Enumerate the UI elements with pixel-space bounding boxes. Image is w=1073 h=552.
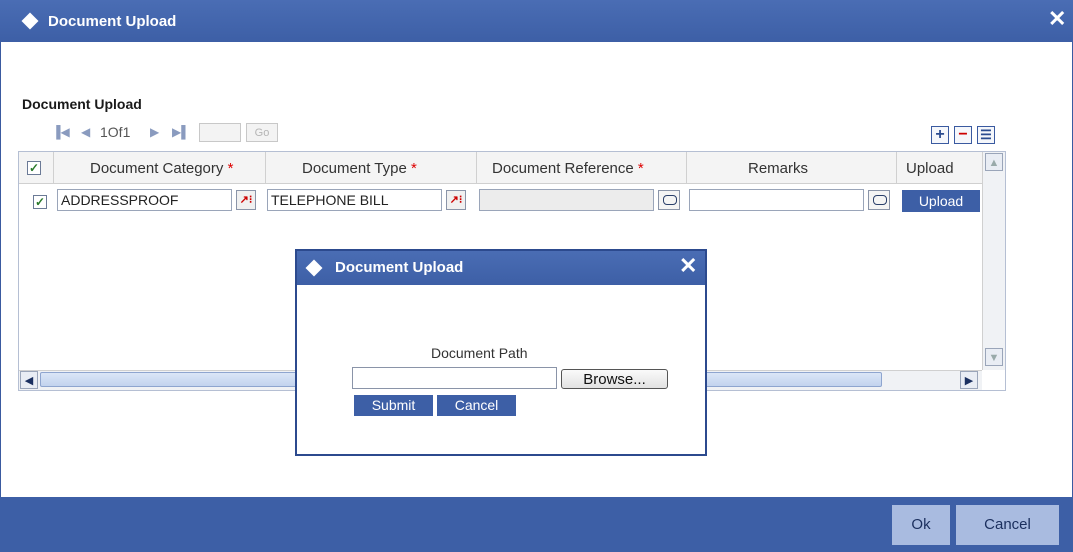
type-lov-icon[interactable]: ↗⁝	[446, 190, 466, 210]
category-lov-icon[interactable]: ↗⁝	[236, 190, 256, 210]
close-icon[interactable]: ✕	[1048, 8, 1066, 30]
column-divider	[476, 152, 477, 184]
column-divider	[53, 152, 54, 184]
header-upload: Upload	[906, 160, 954, 177]
browse-button[interactable]: Browse...	[561, 369, 668, 389]
scroll-right-icon[interactable]: ▶	[960, 371, 978, 389]
ok-button[interactable]: Ok	[892, 505, 950, 545]
add-row-button[interactable]: +	[931, 126, 949, 144]
window-title: Document Upload	[48, 13, 177, 30]
select-all-checkbox[interactable]: ✓	[27, 161, 41, 175]
document-path-input[interactable]	[352, 367, 557, 389]
header-document-reference: Document Reference *	[492, 160, 644, 177]
dialog-cancel-button[interactable]: Cancel	[437, 395, 516, 416]
header-remarks: Remarks	[748, 160, 809, 177]
document-reference-field	[479, 189, 654, 211]
header-document-type: Document Type *	[302, 160, 417, 177]
section-title: Document Upload	[22, 96, 142, 112]
submit-button[interactable]: Submit	[354, 395, 433, 416]
last-page-icon[interactable]: ▶▌	[172, 125, 190, 139]
next-page-icon[interactable]: ▶	[150, 125, 159, 139]
scroll-down-icon[interactable]: ▼	[985, 348, 1003, 366]
document-path-label: Document Path	[431, 345, 528, 361]
column-divider	[686, 152, 687, 184]
document-category-field[interactable]: ADDRESSPROOF	[57, 189, 232, 211]
vertical-scrollbar[interactable]	[982, 152, 1005, 370]
cancel-button[interactable]: Cancel	[956, 505, 1059, 545]
row-checkbox[interactable]: ✓	[33, 195, 47, 209]
dialog-title: Document Upload	[335, 259, 464, 276]
first-page-icon[interactable]: ▐◀	[52, 125, 70, 139]
delete-row-button[interactable]: −	[954, 126, 972, 144]
remarks-comment-icon[interactable]	[868, 190, 890, 210]
dialog-close-icon[interactable]: ✕	[679, 254, 697, 278]
column-divider	[896, 152, 897, 184]
header-document-category: Document Category *	[90, 160, 234, 177]
column-divider	[265, 152, 266, 184]
reference-comment-icon[interactable]	[658, 190, 680, 210]
document-type-field[interactable]: TELEPHONE BILL	[267, 189, 442, 211]
upload-button[interactable]: Upload	[902, 190, 980, 212]
go-button[interactable]: Go	[246, 123, 278, 142]
single-view-button[interactable]: ☰	[977, 126, 995, 144]
prev-page-icon[interactable]: ◀	[81, 125, 90, 139]
page-number-input[interactable]	[199, 123, 241, 142]
remarks-field[interactable]	[689, 189, 864, 211]
scroll-up-icon[interactable]: ▲	[985, 153, 1003, 171]
scroll-left-icon[interactable]: ◀	[20, 371, 38, 389]
pager-status: 1Of1	[100, 124, 131, 140]
